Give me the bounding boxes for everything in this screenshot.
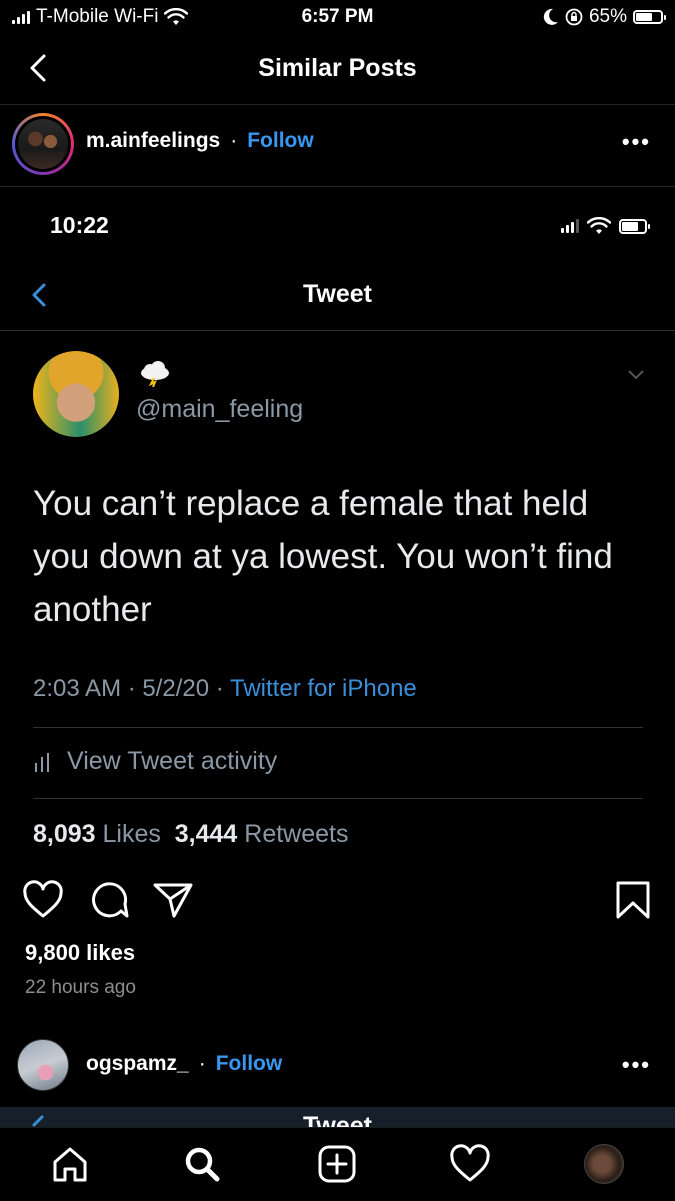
tweet-meta: 2:03 AM · 5/2/20 · Twitter for iPhone <box>33 675 417 703</box>
nav-activity[interactable] <box>448 1142 492 1186</box>
likes-count[interactable]: 9,800 likes <box>25 940 135 966</box>
separator-dot: · <box>230 129 238 152</box>
activity-heart-icon <box>450 1144 490 1182</box>
nav-home[interactable] <box>48 1142 92 1186</box>
next-post-username[interactable]: ogspamz_ <box>86 1052 189 1076</box>
orientation-lock-icon <box>565 8 583 26</box>
status-bar: T-Mobile Wi-Fi 6:57 PM 65% <box>0 0 675 36</box>
nav-new-post[interactable] <box>315 1142 359 1186</box>
next-separator-dot: · <box>198 1052 206 1075</box>
home-icon <box>53 1147 87 1182</box>
next-more-options-icon[interactable]: ••• <box>622 1052 651 1078</box>
new-post-icon <box>318 1145 356 1183</box>
like-heart-icon[interactable] <box>22 880 64 920</box>
tweet-wifi-icon <box>587 217 611 234</box>
tweet-timestamp: 2:03 AM · 5/2/20 · <box>33 675 231 702</box>
next-post-avatar[interactable] <box>17 1039 69 1091</box>
status-right: 65% <box>543 6 666 28</box>
next-post-user-row: ogspamz_ · Follow <box>86 1052 282 1076</box>
post-username[interactable]: m.ainfeelings <box>86 129 220 153</box>
bookmark-icon[interactable] <box>615 880 651 920</box>
more-options-icon[interactable]: ••• <box>622 129 651 155</box>
tweet-meta-divider <box>33 727 643 728</box>
tweet-status-icons <box>561 217 650 235</box>
tweet-likes-count: 8,093 <box>33 820 96 848</box>
battery-icon <box>633 10 666 24</box>
tweet-activity-divider <box>33 798 643 799</box>
next-post-image[interactable]: Tweet <box>0 1107 675 1127</box>
next-post-header: ogspamz_ · Follow ••• <box>0 1030 675 1100</box>
tweet-handle: @main_feeling <box>136 395 304 423</box>
moon-icon <box>543 8 558 25</box>
bottom-nav <box>0 1127 675 1201</box>
nav-header: Similar Posts <box>0 36 675 104</box>
next-follow-button[interactable]: Follow <box>216 1052 283 1076</box>
comment-icon[interactable] <box>88 880 130 920</box>
avatar-photo <box>18 119 68 169</box>
nav-profile[interactable] <box>582 1142 626 1186</box>
battery-fill <box>636 13 652 21</box>
next-tweet-title: Tweet <box>303 1112 372 1127</box>
page-title: Similar Posts <box>258 54 417 82</box>
follow-button[interactable]: Follow <box>247 129 314 153</box>
tweet-battery-icon <box>619 218 650 234</box>
tweet-activity-label: View Tweet activity <box>67 747 278 775</box>
post-time-ago: 22 hours ago <box>25 977 136 998</box>
post-header: m.ainfeelings · Follow ••• <box>0 105 675 187</box>
tweet-title: Tweet <box>303 280 372 308</box>
post-actions <box>0 878 675 922</box>
post-image[interactable]: 10:22 Tweet @main_feeling You can’t repl… <box>0 187 675 860</box>
tweet-status-time: 10:22 <box>50 212 109 238</box>
search-icon <box>185 1147 220 1182</box>
tweet-retweets-label: Retweets <box>237 820 349 848</box>
post-avatar[interactable] <box>12 113 74 175</box>
tweet-likes-label: Likes <box>95 820 175 848</box>
bar-chart-icon <box>35 752 49 772</box>
tweet-avatar <box>33 351 119 437</box>
share-icon[interactable] <box>152 880 194 920</box>
nav-search[interactable] <box>180 1142 224 1186</box>
tweet-retweets-count: 3,444 <box>174 820 238 848</box>
battery-percent: 65% <box>588 6 627 27</box>
chevron-down-icon <box>628 370 644 380</box>
tweet-activity: View Tweet activity <box>33 747 277 776</box>
tweet-title-divider <box>0 330 675 331</box>
tweet-signal-icon <box>561 219 579 233</box>
post-user-row: m.ainfeelings · Follow <box>86 129 314 153</box>
cloud-lightning-icon <box>141 361 169 387</box>
tweet-stats: 8,093 Likes 3,444 Retweets <box>33 820 349 849</box>
tweet-source: Twitter for iPhone <box>230 675 417 702</box>
tweet-text: You can’t replace a female that held you… <box>33 484 613 629</box>
profile-avatar <box>584 1144 624 1184</box>
